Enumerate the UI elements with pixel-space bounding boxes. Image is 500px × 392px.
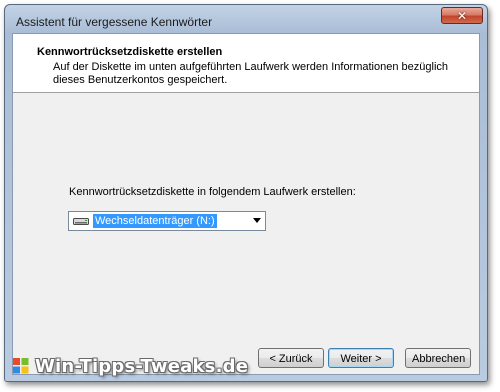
- back-button[interactable]: < Zurück: [258, 348, 324, 368]
- cancel-button[interactable]: Abbrechen: [405, 348, 471, 368]
- watermark: Win-Tipps-Tweaks.de: [13, 353, 248, 379]
- next-button[interactable]: Weiter >: [328, 348, 394, 368]
- close-icon: ✕: [456, 8, 468, 23]
- windows-logo-icon: [13, 358, 29, 374]
- window-title: Assistent für vergessene Kennwörter: [16, 15, 213, 29]
- title-bar[interactable]: Assistent für vergessene Kennwörter ✕: [5, 5, 487, 33]
- chevron-down-icon[interactable]: [253, 218, 261, 223]
- close-button[interactable]: ✕: [441, 7, 483, 24]
- page-title: Kennwortrücksetzdiskette erstellen: [37, 46, 223, 58]
- drive-dropdown-value: Wechseldatenträger (N:): [93, 214, 217, 228]
- page-description: Auf der Diskette im unten aufgeführten L…: [53, 61, 449, 86]
- watermark-text: Win-Tipps-Tweaks.de: [35, 355, 249, 377]
- drive-label: Kennwortrücksetzdiskette in folgendem La…: [69, 186, 356, 198]
- drive-dropdown[interactable]: Wechseldatenträger (N:): [68, 211, 266, 231]
- removable-drive-icon: [73, 218, 89, 225]
- wizard-content: Kennwortrücksetzdiskette erstellen Auf d…: [12, 33, 480, 375]
- wizard-window: Assistent für vergessene Kennwörter ✕ Ke…: [4, 4, 488, 382]
- wizard-header: Kennwortrücksetzdiskette erstellen Auf d…: [13, 34, 479, 93]
